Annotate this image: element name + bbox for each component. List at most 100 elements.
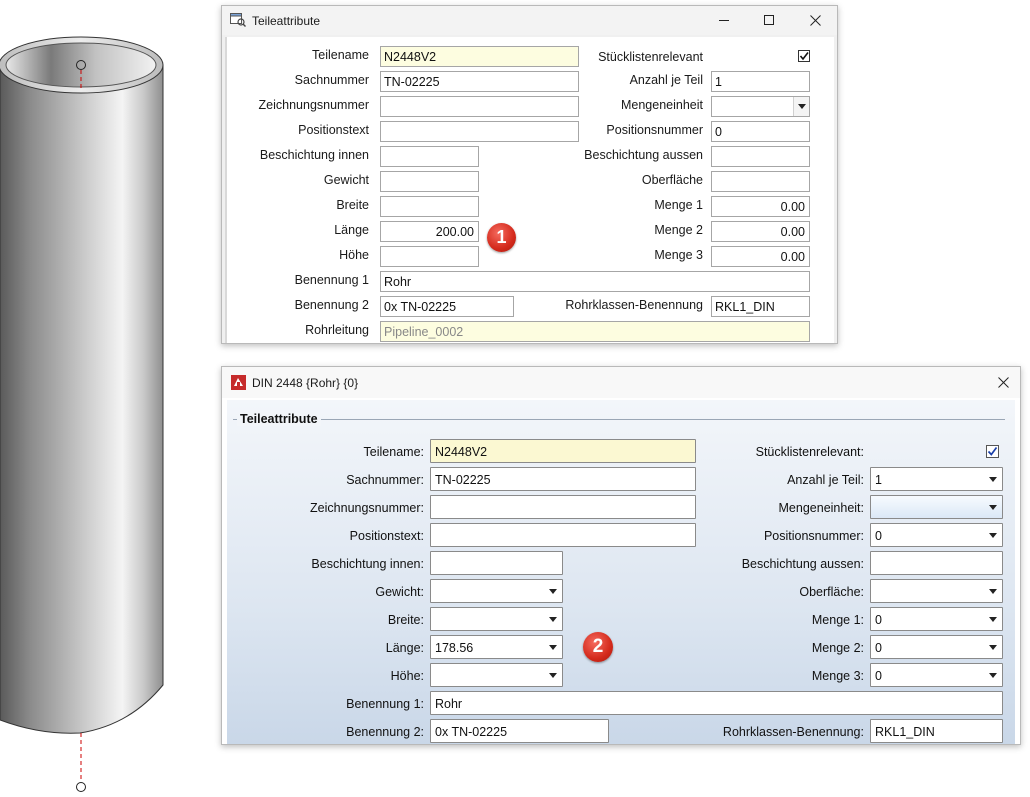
label-sachnummer: Sachnummer: <box>346 473 424 487</box>
beschichtung-innen-field[interactable] <box>430 551 563 575</box>
pipe-3d-view[interactable] <box>0 0 220 794</box>
window2-form: Teileattribute Teilename: Sachnummer: Ze… <box>227 400 1015 744</box>
label-menge2: Menge 2: <box>811 641 864 655</box>
close-icon <box>997 377 1009 388</box>
rohrklassen-benennung-field[interactable]: RKL1_DIN <box>711 296 810 317</box>
chevron-down-icon[interactable] <box>989 505 997 510</box>
menge3-combobox[interactable]: 0 <box>870 663 1003 687</box>
label-mengeneinheit: Mengeneinheit: <box>778 501 864 515</box>
label-benennung2: Benennung 2: <box>346 725 424 739</box>
positionstext-field[interactable] <box>380 121 579 142</box>
mengeneinheit-combobox[interactable] <box>870 495 1003 519</box>
rohrleitung-field[interactable]: Pipeline_0002 <box>380 321 810 342</box>
anzahl-je-teil-field[interactable]: 1 <box>711 71 810 92</box>
chevron-down-icon[interactable] <box>549 617 557 622</box>
callout-badge-2: 2 <box>583 632 613 662</box>
laenge-combobox[interactable]: 178.56 <box>430 635 563 659</box>
chevron-down-icon[interactable] <box>989 645 997 650</box>
teilename-field[interactable]: N2448V2 <box>430 439 696 463</box>
positionstext-field[interactable] <box>430 523 696 547</box>
beschichtung-innen-field[interactable] <box>380 146 479 167</box>
label-stuecklistenrelevant: Stücklistenrelevant: <box>755 445 864 459</box>
stuecklistenrelevant-checkbox[interactable] <box>986 445 999 458</box>
label-gewicht: Gewicht <box>323 173 369 187</box>
breite-field[interactable] <box>380 196 479 217</box>
gewicht-field[interactable] <box>380 171 479 192</box>
rohrklassen-benennung-field[interactable]: RKL1_DIN <box>870 719 1003 743</box>
zeichnungsnummer-field[interactable] <box>380 96 579 117</box>
positionsnummer-field[interactable]: 0 <box>711 121 810 142</box>
label-hoehe: Höhe <box>339 248 369 262</box>
chevron-down-icon[interactable] <box>549 673 557 678</box>
stuecklistenrelevant-checkbox[interactable] <box>798 50 810 62</box>
hoehe-combobox[interactable] <box>430 663 563 687</box>
menge2-value: 0 <box>875 641 882 655</box>
anzahl-je-teil-combobox[interactable]: 1 <box>870 467 1003 491</box>
label-benennung2: Benennung 2 <box>294 298 369 312</box>
benennung1-field[interactable]: Rohr <box>430 691 1003 715</box>
label-menge2: Menge 2 <box>654 223 703 237</box>
oberflaeche-combobox[interactable] <box>870 579 1003 603</box>
label-beschichtung-aussen: Beschichtung aussen <box>584 148 703 162</box>
teilename-field[interactable]: N2448V2 <box>380 46 579 67</box>
hoehe-field[interactable] <box>380 246 479 267</box>
chevron-down-icon[interactable] <box>989 673 997 678</box>
callout-badge-1: 1 <box>487 223 516 252</box>
laenge-field[interactable]: 200.00 <box>380 221 479 242</box>
pipe-model <box>0 36 164 792</box>
close-button[interactable] <box>986 367 1020 398</box>
breite-combobox[interactable] <box>430 607 563 631</box>
minimize-button[interactable] <box>701 6 747 35</box>
menge3-field[interactable]: 0.00 <box>711 246 810 267</box>
dropdown-arrow-icon[interactable] <box>793 97 809 116</box>
gewicht-combobox[interactable] <box>430 579 563 603</box>
chevron-down-icon[interactable] <box>549 645 557 650</box>
label-breite: Breite: <box>387 613 424 627</box>
chevron-down-icon[interactable] <box>989 533 997 538</box>
zeichnungsnummer-field[interactable] <box>430 495 696 519</box>
menge2-field[interactable]: 0.00 <box>711 221 810 242</box>
label-anzahl-je-teil: Anzahl je Teil: <box>787 473 864 487</box>
close-button[interactable] <box>792 6 837 35</box>
label-benennung1: Benennung 1 <box>294 273 369 287</box>
beschichtung-aussen-field[interactable] <box>870 551 1003 575</box>
label-teilename: Teilename: <box>363 445 424 459</box>
chevron-down-icon[interactable] <box>989 589 997 594</box>
label-beschichtung-innen: Beschichtung innen <box>259 148 369 162</box>
sachnummer-field[interactable]: TN-02225 <box>430 467 696 491</box>
window1-titlebar[interactable]: Teileattribute <box>222 6 837 35</box>
chevron-down-icon[interactable] <box>549 589 557 594</box>
label-stuecklistenrelevant: Stücklistenrelevant <box>598 50 703 64</box>
label-positionstext: Positionstext: <box>349 529 424 543</box>
mengeneinheit-dropdown[interactable] <box>711 96 810 117</box>
menge1-field[interactable]: 0.00 <box>711 196 810 217</box>
benennung2-field[interactable]: 0x TN-02225 <box>380 296 514 317</box>
label-oberflaeche: Oberfläche <box>641 173 703 187</box>
chevron-down-icon[interactable] <box>989 477 997 482</box>
benennung2-field[interactable]: 0x TN-02225 <box>430 719 609 743</box>
maximize-icon <box>763 15 774 25</box>
label-gewicht: Gewicht: <box>375 585 424 599</box>
chevron-down-icon[interactable] <box>989 617 997 622</box>
group-divider <box>233 419 1005 420</box>
label-sachnummer: Sachnummer <box>294 73 369 87</box>
window2-titlebar[interactable]: DIN 2448 {Rohr} {0} <box>222 367 1020 398</box>
label-positionstext: Positionstext <box>298 123 369 137</box>
label-oberflaeche: Oberfläche: <box>799 585 864 599</box>
din-2448-window: DIN 2448 {Rohr} {0} Teileattribute Teile… <box>221 366 1021 745</box>
label-breite: Breite <box>336 198 369 212</box>
label-menge1: Menge 1 <box>654 198 703 212</box>
benennung1-field[interactable]: Rohr <box>380 271 810 292</box>
beschichtung-aussen-field[interactable] <box>711 146 810 167</box>
label-menge3: Menge 3 <box>654 248 703 262</box>
positionsnummer-combobox[interactable]: 0 <box>870 523 1003 547</box>
sachnummer-field[interactable]: TN-02225 <box>380 71 579 92</box>
label-zeichnungsnummer: Zeichnungsnummer: <box>310 501 424 515</box>
oberflaeche-field[interactable] <box>711 171 810 192</box>
menge2-combobox[interactable]: 0 <box>870 635 1003 659</box>
label-beschichtung-innen: Beschichtung innen: <box>311 557 424 571</box>
label-menge1: Menge 1: <box>811 613 864 627</box>
menge1-combobox[interactable]: 0 <box>870 607 1003 631</box>
label-anzahl-je-teil: Anzahl je Teil <box>629 73 703 87</box>
maximize-button[interactable] <box>746 6 792 35</box>
